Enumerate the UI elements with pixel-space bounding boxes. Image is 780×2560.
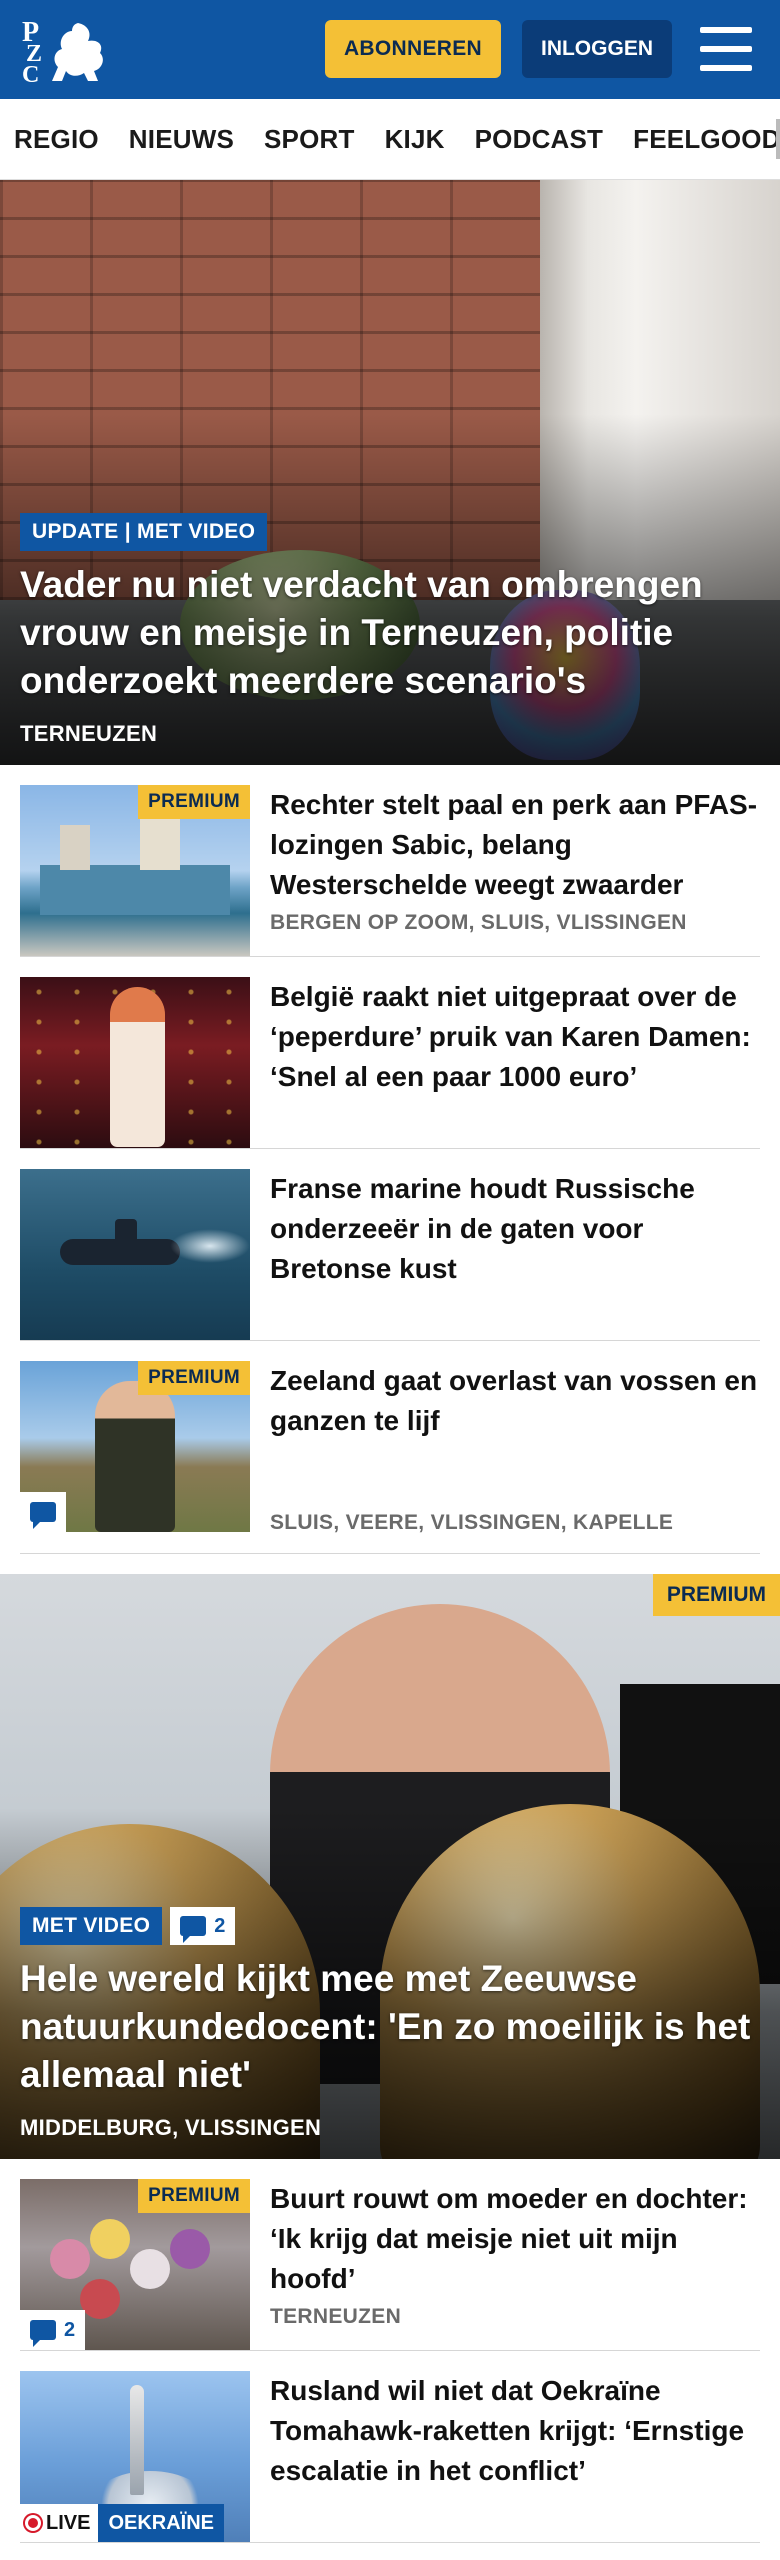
login-button[interactable]: INLOGGEN [522,20,672,78]
list-item[interactable]: PREMIUM Zeeland gaat overlast van vossen… [20,1341,760,1554]
thumb-tower [60,825,90,870]
thumb-flower [50,2239,90,2279]
article-list-2: PREMIUM 2 Buurt rouwt om moeder en docht… [0,2159,780,2543]
hero-article-1[interactable]: UPDATE | MET VIDEO Vader nu niet verdach… [0,180,780,765]
list-item[interactable]: PREMIUM Rechter stelt paal en perk aan P… [20,765,760,957]
article-title[interactable]: Franse marine houdt Russische onderzeeër… [270,1169,760,1289]
hero-content: UPDATE | MET VIDEO Vader nu niet verdach… [20,513,760,747]
list-item[interactable]: PREMIUM 2 Buurt rouwt om moeder en docht… [20,2159,760,2351]
update-video-tag: UPDATE | MET VIDEO [20,513,268,551]
thumb-flower [90,2219,130,2259]
list-item[interactable]: België raakt niet uitgepraat over de ‘pe… [20,957,760,1149]
article-thumbnail [20,1169,250,1340]
article-thumbnail: PREMIUM 2 [20,2179,250,2350]
thumb-building [40,865,230,915]
article-title[interactable]: Rusland wil niet dat Oekraïne Tomahawk-r… [270,2371,760,2491]
topic-tag[interactable]: OEKRAÏNE [98,2504,225,2542]
premium-badge: PREMIUM [138,1361,250,1395]
nav-item-regio[interactable]: REGIO [14,124,99,155]
comment-icon [30,2320,56,2347]
live-dot-icon [28,2518,38,2528]
hero-article-2[interactable]: PREMIUM MET VIDEO 2 Hele wereld kijkt me… [0,1574,780,2159]
thumb-flower [170,2229,210,2269]
article-thumbnail: LIVE OEKRAÏNE [20,2371,250,2542]
premium-badge: PREMIUM [652,1574,780,1616]
premium-badge: PREMIUM [138,785,250,819]
comment-icon [30,1502,56,1529]
list-item[interactable]: LIVE OEKRAÏNE Rusland wil niet dat Oekra… [20,2351,760,2543]
thumb-flower [80,2279,120,2319]
live-text: LIVE [46,2511,91,2534]
hamburger-line [700,27,752,33]
nav-overflow-indicator [776,119,780,159]
hero-location: TERNEUZEN [20,721,158,746]
hero-title[interactable]: Hele wereld kijkt mee met Zeeuwse natuur… [20,1955,760,2099]
article-thumbnail: PREMIUM [20,785,250,956]
comment-icon [180,1916,207,1943]
article-title[interactable]: Zeeland gaat overlast van vossen en ganz… [270,1361,760,1441]
article-location: SLUIS, VEERE, VLISSINGEN, KAPELLE [270,1511,674,1534]
list-item[interactable]: Franse marine houdt Russische onderzeeër… [20,1149,760,1341]
article-list-1: PREMIUM Rechter stelt paal en perk aan P… [0,765,780,1554]
article-thumbnail: PREMIUM [20,1361,250,1532]
hamburger-line [700,46,752,52]
thumb-performer [110,987,165,1147]
comment-badge[interactable] [20,1492,66,1532]
article-location: TERNEUZEN [270,2305,402,2328]
logo-icon [52,22,103,81]
logo-letter-c: C [22,61,40,88]
article-title[interactable]: België raakt niet uitgepraat over de ‘pe… [270,977,760,1097]
article-thumbnail [20,977,250,1148]
nav-item-feelgood[interactable]: FEELGOOD [633,124,780,155]
nav-item-sport[interactable]: SPORT [264,124,355,155]
thumb-wake [170,1229,250,1263]
live-label: LIVE [20,2504,99,2542]
subscribe-button[interactable]: ABONNEREN [325,20,501,78]
comment-count: 2 [64,2318,76,2341]
thumb-tower [140,815,180,870]
article-title[interactable]: Buurt rouwt om moeder en dochter: ‘Ik kr… [270,2179,760,2299]
live-badge: LIVE OEKRAÏNE [20,2504,225,2542]
nav-item-podcast[interactable]: PODCAST [475,124,604,155]
hero-location: MIDDELBURG, VLISSINGEN [20,2115,322,2140]
comment-count: 2 [214,1914,226,1937]
section-nav: REGIO NIEUWS SPORT KIJK PODCAST FEELGOOD [0,99,780,180]
hamburger-line [700,65,752,71]
comment-badge[interactable]: 2 [20,2310,86,2350]
pzc-logo[interactable]: P Z C [20,15,110,88]
thumb-person [95,1381,175,1532]
hamburger-icon[interactable] [700,27,752,71]
site-header: P Z C ABONNEREN INLOGGEN [0,0,780,99]
article-title[interactable]: Rechter stelt paal en perk aan PFAS-lozi… [270,785,760,905]
article-location: BERGEN OP ZOOM, SLUIS, VLISSINGEN [270,911,687,934]
nav-item-nieuws[interactable]: NIEUWS [129,124,234,155]
premium-badge: PREMIUM [138,2179,250,2213]
thumb-submarine-tower [115,1219,137,1245]
hero-tags: MET VIDEO 2 [20,1907,760,1945]
hero-title[interactable]: Vader nu niet verdacht van ombrengen vro… [20,561,760,705]
hero-content: MET VIDEO 2 Hele wereld kijkt mee met Ze… [20,1907,760,2141]
nav-item-kijk[interactable]: KIJK [385,124,445,155]
thumb-missile [130,2385,144,2495]
comment-badge[interactable]: 2 [170,1907,236,1945]
thumb-flower [130,2249,170,2289]
video-tag: MET VIDEO [20,1907,163,1945]
